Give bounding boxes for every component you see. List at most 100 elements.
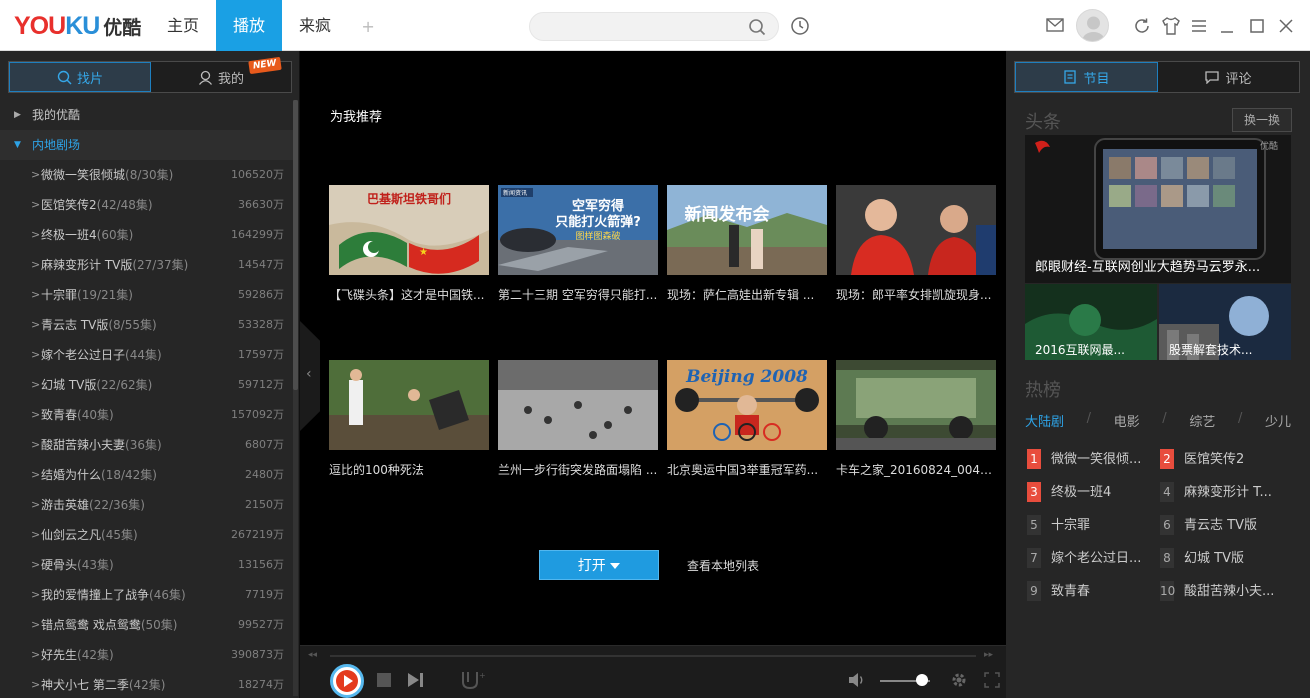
drama-list-item[interactable]: > 结婚为什么(18/42集) 2480万 [0, 460, 296, 490]
video-card[interactable]: 新闻资讯 空军穷得 只能打火箭弹? 图样图森破 第二十三期 空军穷得只能打... [498, 185, 658, 303]
drama-list-item[interactable]: > 十宗罪(19/21集) 59286万 [0, 280, 296, 310]
video-title[interactable]: 【飞碟头条】这才是中国铁... [329, 286, 489, 303]
volume-knob[interactable] [916, 674, 928, 686]
tree-node-my-youku[interactable]: ▶ 我的优酷 [0, 100, 296, 130]
progress-track[interactable] [330, 655, 976, 657]
video-title[interactable]: 北京奥运中国3举重冠军药... [667, 461, 827, 478]
video-title[interactable]: 第二十三期 空军穷得只能打... [498, 286, 658, 303]
progress-bar[interactable]: ◂◂ ▸▸ [308, 650, 998, 660]
video-title[interactable]: 逗比的100种死法 [329, 461, 489, 478]
drama-list-item[interactable]: > 青云志 TV版(8/55集) 53328万 [0, 310, 296, 340]
video-card[interactable]: 兰州一步行街突发路面塌陷 ... [498, 360, 658, 478]
maximize-icon[interactable] [1250, 19, 1264, 33]
sub-video-1[interactable]: 2016互联网最... [1025, 284, 1157, 360]
tab-comment[interactable]: 评论 [1158, 62, 1299, 92]
open-file-button[interactable]: 打开 [539, 550, 659, 580]
drama-list-item[interactable]: > 终极一班4(60集) 164299万 [0, 220, 296, 250]
youku-logo[interactable]: YOUKU 优酷 [14, 12, 141, 40]
video-card[interactable]: Beijing 2008 北京奥运中国3举重冠军药... [667, 360, 827, 478]
search-icon[interactable] [748, 18, 766, 36]
history-clock-icon[interactable] [790, 16, 810, 36]
video-card[interactable]: 卡车之家_20160824_004813 [836, 360, 996, 478]
drama-list-item[interactable]: > 好先生(42集) 390873万 [0, 640, 296, 670]
drama-list-item[interactable]: > 游击英雄(22/36集) 2150万 [0, 490, 296, 520]
refresh-batch-button[interactable]: 换一换 [1232, 108, 1292, 132]
hot-rank-item[interactable]: 10 酸甜苦辣小夫... [1160, 580, 1274, 601]
tab-program[interactable]: 节目 [1015, 62, 1158, 92]
hot-tab-mainland-drama[interactable]: 大陆剧 [1025, 411, 1064, 430]
tab-my-videos[interactable]: 我的 NEW [151, 56, 291, 92]
video-card[interactable]: 逗比的100种死法 [329, 360, 489, 478]
menu-icon[interactable] [1191, 19, 1207, 33]
hot-rank-item[interactable]: 9 致青春 [1027, 580, 1090, 601]
hot-tab-kids[interactable]: 少儿 [1265, 411, 1291, 430]
video-card[interactable]: ★ 巴基斯坦铁哥们 【飞碟头条】这才是中国铁... [329, 185, 489, 303]
mail-icon[interactable] [1046, 18, 1064, 32]
fullscreen-icon[interactable] [984, 672, 1000, 688]
video-card[interactable]: 现场：郎平率女排凯旋现身... [836, 185, 996, 303]
video-thumbnail[interactable]: Beijing 2008 [667, 360, 827, 450]
stop-icon[interactable] [376, 672, 392, 688]
voice-control-icon[interactable]: + [460, 670, 486, 690]
video-title[interactable]: 现场：萨仁高娃出新专辑 ... [667, 286, 827, 303]
refresh-icon[interactable] [1133, 17, 1151, 35]
video-card[interactable]: 新闻发布会 现场：萨仁高娃出新专辑 ... [667, 185, 827, 303]
video-thumbnail[interactable] [836, 185, 996, 275]
tab-find-videos[interactable]: 找片 [9, 62, 151, 92]
hot-rank-item[interactable]: 7 嫁个老公过日... [1027, 547, 1141, 568]
search-input[interactable] [544, 18, 744, 36]
collapse-sidebar-button[interactable]: ‹ [300, 321, 320, 431]
video-thumbnail[interactable] [498, 360, 658, 450]
tab-home[interactable]: 主页 [150, 0, 216, 51]
video-title[interactable]: 现场：郎平率女排凯旋现身... [836, 286, 996, 303]
hot-rank-item[interactable]: 5 十宗罪 [1027, 514, 1090, 535]
headline-video[interactable]: 优酷 郎眼财经-互联网创业大趋势马云罗永... [1025, 135, 1291, 283]
hot-rank-item[interactable]: 4 麻辣变形计 T... [1160, 481, 1272, 502]
drama-list-item[interactable]: > 幻城 TV版(22/62集) 59712万 [0, 370, 296, 400]
tree-node-mainland-drama[interactable]: ▼ 内地剧场 [0, 130, 296, 160]
drama-list-item[interactable]: > 嫁个老公过日子(44集) 17597万 [0, 340, 296, 370]
video-thumbnail[interactable]: 新闻发布会 [667, 185, 827, 275]
tab-play[interactable]: 播放 [216, 0, 283, 51]
sub-video-2[interactable]: 股票解套技术... [1159, 284, 1291, 360]
volume-icon[interactable] [848, 672, 866, 688]
video-title[interactable]: 兰州一步行街突发路面塌陷 ... [498, 461, 658, 478]
scrollbar-thumb[interactable] [293, 100, 298, 390]
drama-list-item[interactable]: > 酸甜苦辣小夫妻(36集) 6807万 [0, 430, 296, 460]
sidebar-scrollbar[interactable] [293, 100, 298, 696]
add-tab-button[interactable]: + [348, 0, 388, 51]
drama-list-item[interactable]: > 仙剑云之凡(45集) 267219万 [0, 520, 296, 550]
drama-list-item[interactable]: > 致青春(40集) 157092万 [0, 400, 296, 430]
minimize-icon[interactable] [1220, 20, 1234, 34]
settings-gear-icon[interactable] [950, 671, 968, 689]
skin-shirt-icon[interactable] [1161, 17, 1181, 35]
video-thumbnail[interactable] [836, 360, 996, 450]
close-icon[interactable] [1279, 19, 1293, 33]
drama-list-item[interactable]: > 麻辣变形计 TV版(27/37集) 14547万 [0, 250, 296, 280]
play-button[interactable] [330, 664, 364, 698]
hot-rank-item[interactable]: 1 微微一笑很倾... [1027, 448, 1141, 469]
user-avatar[interactable] [1076, 9, 1109, 42]
video-thumbnail[interactable] [329, 360, 489, 450]
hot-rank-item[interactable]: 8 幻城 TV版 [1160, 547, 1244, 568]
drama-list-item[interactable]: > 神犬小七 第二季(42集) 18274万 [0, 670, 296, 698]
drama-list-item[interactable]: > 我的爱情撞上了战争(46集) 7719万 [0, 580, 296, 610]
hot-rank-item[interactable]: 6 青云志 TV版 [1160, 514, 1257, 535]
fast-forward-icon[interactable]: ▸▸ [984, 650, 993, 660]
tab-laifeng[interactable]: 来疯 [282, 0, 348, 51]
drama-title: 医馆笑传2 [41, 198, 97, 212]
next-track-icon[interactable] [407, 672, 425, 688]
hot-tab-movie[interactable]: 电影 [1114, 411, 1140, 430]
drama-list-item[interactable]: > 硬骨头(43集) 13156万 [0, 550, 296, 580]
hot-rank-item[interactable]: 2 医馆笑传2 [1160, 448, 1244, 469]
video-thumbnail[interactable]: 新闻资讯 空军穷得 只能打火箭弹? 图样图森破 [498, 185, 658, 275]
rewind-icon[interactable]: ◂◂ [308, 650, 317, 660]
drama-list-item[interactable]: > 错点鸳鸯 戏点鸳鸯(50集) 99527万 [0, 610, 296, 640]
video-title[interactable]: 卡车之家_20160824_004813 [836, 461, 996, 478]
video-thumbnail[interactable]: ★ 巴基斯坦铁哥们 [329, 185, 489, 275]
drama-list-item[interactable]: > 微微一笑很倾城(8/30集) 106520万 [0, 160, 296, 190]
hot-tab-variety[interactable]: 综艺 [1189, 411, 1215, 430]
view-local-list-link[interactable]: 查看本地列表 [687, 557, 759, 574]
hot-rank-item[interactable]: 3 终极一班4 [1027, 481, 1111, 502]
drama-list-item[interactable]: > 医馆笑传2(42/48集) 36630万 [0, 190, 296, 220]
